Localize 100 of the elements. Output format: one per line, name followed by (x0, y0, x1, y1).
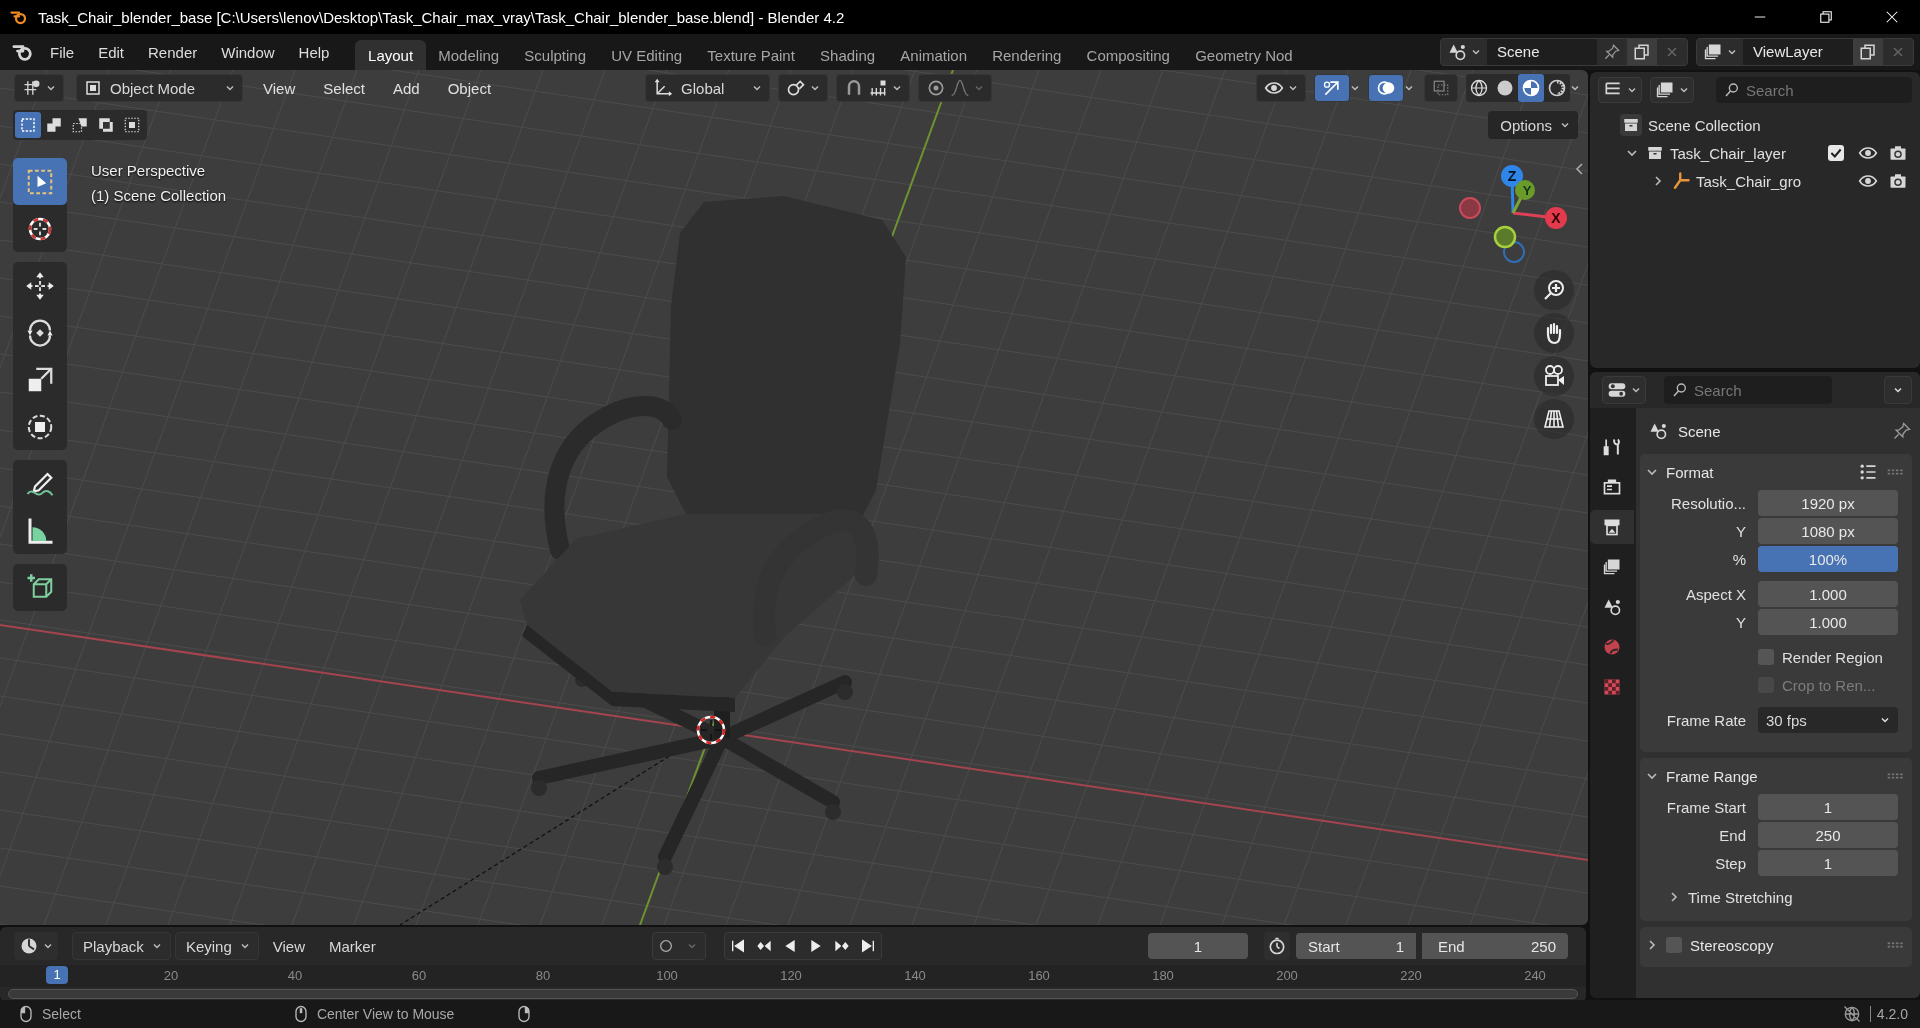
move-icon (25, 270, 55, 301)
workspace-tab[interactable]: Sculpting (511, 40, 599, 70)
property-label: End (1718, 826, 1747, 844)
search-field[interactable]: Search (1664, 376, 1832, 404)
number-field[interactable]: 1.000 (1758, 609, 1898, 635)
selection-subtract-icon (71, 116, 89, 134)
perspective-grid-icon (1542, 407, 1566, 431)
visibility-dropdown[interactable] (1256, 74, 1306, 102)
chevron-down-icon (1646, 466, 1658, 478)
panel-header[interactable]: Format (1646, 463, 1714, 481)
collection-icon (1646, 144, 1664, 162)
workspace-tab[interactable]: Modeling (425, 40, 512, 70)
editor-type-button[interactable] (14, 74, 64, 102)
panel-header[interactable]: Frame Range (1646, 767, 1758, 785)
pin-button[interactable] (1892, 421, 1912, 441)
properties-editor-icon (1607, 380, 1627, 400)
shading-material-button[interactable] (1518, 74, 1544, 102)
presets-button[interactable] (1858, 462, 1878, 482)
frame-rate-dropdown[interactable]: 30 fps (1758, 707, 1898, 733)
overlays-toggle[interactable] (1368, 74, 1404, 102)
menu-item[interactable]: Render (136, 38, 210, 66)
jump-end-icon (859, 938, 876, 954)
number-field[interactable]: 250 (1758, 822, 1898, 848)
end-frame-field[interactable]: End 250 (1422, 933, 1568, 959)
xray-toggle[interactable] (1424, 74, 1458, 102)
menu-item[interactable]: Marker (319, 932, 386, 960)
percentage-slider[interactable]: 100% (1758, 546, 1898, 572)
menu-dropdown[interactable]: Playback (72, 932, 171, 960)
workspace-tab[interactable]: Compositing (1074, 40, 1183, 70)
menu-item[interactable]: Select (309, 74, 379, 102)
outliner-item[interactable]: Task_Chair_gro (1696, 172, 1802, 190)
number-field[interactable]: 1.000 (1758, 581, 1898, 607)
xray-icon (1432, 79, 1450, 97)
zoom-button[interactable] (1534, 270, 1574, 310)
mode-dropdown[interactable]: Object Mode (76, 74, 244, 102)
camera-view-button[interactable] (1534, 356, 1574, 396)
editor-type-button[interactable] (1602, 376, 1646, 404)
menu-item[interactable]: Window (209, 38, 287, 66)
menu-item[interactable]: Object (433, 74, 506, 102)
close-icon (1885, 10, 1899, 24)
number-field[interactable]: 1920 px (1758, 490, 1898, 516)
editor-type-button[interactable] (14, 932, 58, 960)
pan-button[interactable] (1534, 313, 1574, 353)
menu-dropdown[interactable]: Keying (174, 932, 259, 960)
menu-item[interactable]: File (38, 38, 87, 66)
collapse-toggle[interactable] (1626, 147, 1638, 159)
perspective-toggle[interactable] (1534, 399, 1574, 439)
gizmo-toggle[interactable] (1314, 74, 1350, 102)
workspace-tab[interactable]: Geometry Nod (1182, 40, 1306, 70)
workspace-tab[interactable]: UV Editing (598, 40, 695, 70)
snap-toggle[interactable] (836, 74, 911, 102)
number-field[interactable]: 1 (1758, 794, 1898, 820)
property-label: Aspect X (1684, 585, 1747, 603)
restore-icon (1819, 10, 1833, 24)
outliner-item[interactable]: Scene Collection (1648, 116, 1761, 134)
workspace-tab[interactable]: Texture Paint (694, 40, 808, 70)
frame-tick-label: 120 (780, 968, 802, 983)
orientation-dropdown[interactable]: Global (645, 74, 771, 102)
output-properties-tab[interactable] (1590, 510, 1634, 544)
axis-gizmo[interactable] (1459, 165, 1567, 263)
proportional-editing-toggle[interactable] (918, 74, 993, 102)
outliner-item[interactable]: Task_Chair_layer (1670, 144, 1786, 162)
checkbox-label: Crop to Ren... (1782, 676, 1876, 694)
video-camera-icon (1542, 364, 1566, 388)
menu-item[interactable]: Edit (86, 38, 137, 66)
chevron-right-icon (1646, 939, 1658, 951)
checkbox[interactable] (1666, 937, 1682, 953)
current-frame-field[interactable]: 1 (1148, 933, 1248, 959)
caret-icon (1679, 85, 1689, 95)
expand-toggle[interactable] (1652, 175, 1664, 187)
search-icon (1724, 82, 1740, 98)
preview-range-toggle[interactable] (1264, 932, 1290, 960)
menu-item[interactable]: Help (286, 38, 342, 66)
number-field[interactable]: 1 (1758, 850, 1898, 876)
status-hint: Select (42, 1006, 81, 1022)
workspace-tab[interactable]: Rendering (979, 40, 1074, 70)
next-keyframe-icon (833, 938, 850, 954)
timeline-scrollbar[interactable] (8, 989, 1578, 999)
workspace-tab[interactable]: Layout (355, 40, 426, 70)
subpanel-header[interactable]: Time Stretching (1668, 885, 1793, 909)
property-label: Y (1735, 613, 1747, 631)
options-dropdown[interactable]: Options (1488, 111, 1578, 139)
selection-intersect-icon (123, 116, 141, 134)
cube-outline-icon (84, 79, 102, 97)
checkbox[interactable] (1828, 145, 1844, 161)
view-layer-tab-icon (1602, 557, 1622, 577)
pivot-dropdown[interactable] (778, 74, 829, 102)
editor-type-button[interactable] (1598, 77, 1642, 103)
menu-item[interactable]: Add (379, 74, 434, 102)
display-mode-button[interactable] (1650, 77, 1694, 103)
playhead[interactable]: 1 (46, 966, 68, 984)
check-icon (1829, 146, 1843, 160)
start-frame-field[interactable]: Start 1 (1296, 933, 1416, 959)
search-field[interactable]: Search (1716, 77, 1912, 103)
menu-item[interactable]: View (249, 74, 310, 102)
workspace-tab[interactable]: Shading (807, 40, 888, 70)
workspace-tab[interactable]: Animation (887, 40, 980, 70)
number-field[interactable]: 1080 px (1758, 518, 1898, 544)
menu-item[interactable]: View (262, 932, 315, 960)
checkbox[interactable] (1758, 649, 1774, 665)
